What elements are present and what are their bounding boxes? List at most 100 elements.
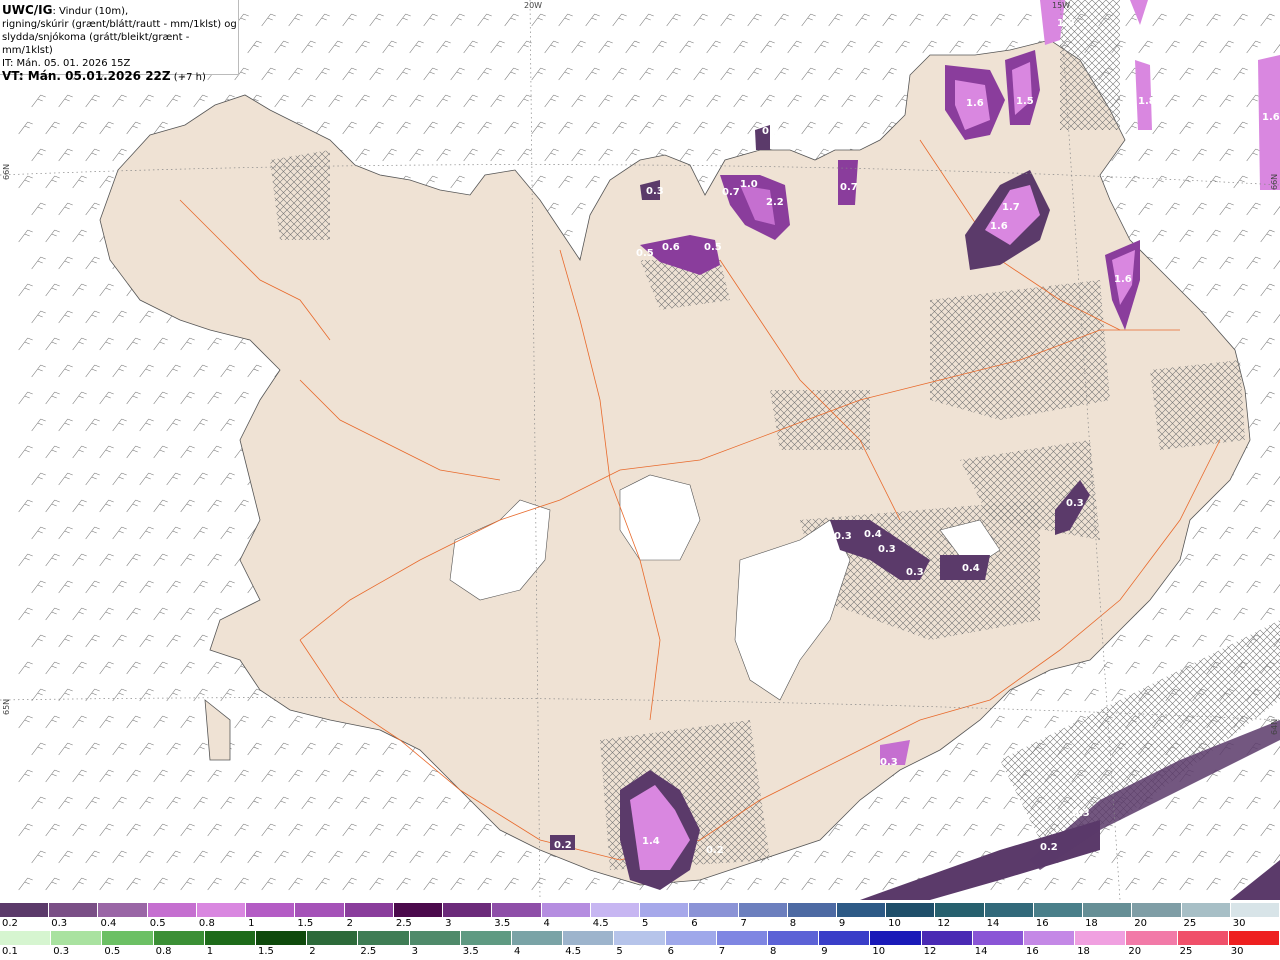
- legend-label: 25: [1179, 946, 1193, 957]
- legend-swatch: [787, 903, 837, 917]
- legend-swatch: [307, 931, 359, 945]
- precip-value-label: 0.3: [906, 567, 924, 578]
- legend-label: 14: [986, 918, 1000, 929]
- legend-swatch: [716, 931, 769, 945]
- legend-label: 18: [1077, 946, 1090, 957]
- precip-value-label: 0.3: [880, 757, 898, 768]
- legend-label: 20: [1134, 918, 1148, 929]
- legend-swatch: [1075, 931, 1127, 945]
- legend-swatch: [1024, 931, 1076, 945]
- precip-value-label: 0.4: [864, 529, 882, 540]
- grid-label: 64N: [1270, 719, 1279, 735]
- legend-swatch: [541, 903, 591, 917]
- legend-label: 30: [1232, 918, 1246, 929]
- legend-label: 0.8: [155, 946, 172, 957]
- legend-swatch: [153, 931, 205, 945]
- snow-legend-labels: 0.2 0.3 0.4 0.5 0.8 1 1.5 2 2.5 3 3.5 4 4.5 5 6 7 8 9 10 12…: [0, 918, 1280, 932]
- legend-label: 1: [248, 918, 255, 929]
- legend-label: 6: [667, 946, 674, 957]
- legend-swatch: [870, 931, 922, 945]
- legend-swatch: [0, 903, 50, 917]
- precip-value-label: 0.5: [636, 248, 654, 259]
- precip-value-label: 1.0: [740, 179, 758, 190]
- legend-label: 4.5: [592, 918, 609, 929]
- legend-swatch: [614, 931, 666, 945]
- legend-label: 30: [1230, 946, 1244, 957]
- precip-value-label: 1.6: [1262, 112, 1280, 123]
- weather-map: 1.6 1.51.81.81.61.71.61.60.30.71.02.20.70…: [0, 0, 1280, 900]
- legend-label: 8: [789, 918, 797, 929]
- title-line: UWC/IG: Vindur (10m),: [2, 4, 238, 18]
- precip-value-label: 1.6: [1114, 274, 1132, 285]
- legend-label: 14: [974, 946, 988, 957]
- legend-swatch: [590, 903, 641, 917]
- precip-value-label: 1.7: [1002, 202, 1020, 213]
- legend-swatch: [1230, 903, 1280, 917]
- snow-description: slydda/snjókoma (grátt/bleikt/grænt - mm…: [2, 32, 190, 56]
- valid-offset: (+7 h): [173, 72, 206, 83]
- legend-label: 20: [1128, 946, 1142, 957]
- legend-swatch: [738, 903, 788, 917]
- legend-swatch: [196, 903, 247, 917]
- legend-label: 0.2: [2, 918, 18, 929]
- legend-label: 2.5: [395, 918, 412, 929]
- precip-value-label: 0.2: [706, 845, 724, 856]
- legend-swatch: [921, 931, 973, 945]
- legend-label: 4.5: [565, 946, 582, 957]
- legend-label: 18: [1085, 918, 1098, 929]
- precip-value-label: 1.4: [642, 836, 660, 847]
- legend-swatch: [344, 903, 394, 917]
- grid-label: 65N: [2, 699, 11, 715]
- precip-value-label: 0.7: [762, 126, 780, 137]
- legend-label: 12: [937, 918, 951, 929]
- legend-label: 3.5: [494, 918, 511, 929]
- legend-swatch: [689, 903, 739, 917]
- precip-value-label: 1.6: [990, 221, 1008, 232]
- legend-label: 1.5: [297, 918, 314, 929]
- precip-value-label: 0.2: [554, 840, 572, 851]
- legend-swatch: [563, 931, 615, 945]
- precip-value-label: 0.7: [840, 182, 858, 193]
- rain-legend-labels: 0.1 0.3 0.5 0.8 1 1.5 2 2.5 3 3.5 4 4.5 5 6 7 8 9 10 12 14 1…: [0, 946, 1280, 960]
- legend-label: 9: [821, 946, 828, 957]
- precip-value-label: 0.3: [1072, 808, 1090, 819]
- legend-swatch: [1033, 903, 1084, 917]
- legend-swatch: [640, 903, 690, 917]
- grid-label: 15W: [1052, 1, 1070, 10]
- legend-swatch: [246, 903, 296, 917]
- grid-label: 66N: [1270, 174, 1279, 190]
- legend-swatch: [204, 931, 257, 945]
- legend-swatch: [836, 903, 887, 917]
- legend-swatch: [984, 903, 1034, 917]
- grid-label: 66N: [2, 164, 11, 180]
- legend-label: 3.5: [462, 946, 479, 957]
- valid-time-line: VT: Mán. 05.01.2026 22Z (+7 h): [2, 70, 238, 84]
- legend-swatch: [295, 903, 345, 917]
- legend-label: 0.3: [53, 946, 70, 957]
- legend-swatch: [492, 903, 542, 917]
- legend-swatch: [665, 931, 717, 945]
- precip-value-label: 1.8: [1057, 18, 1075, 29]
- legend-swatch: [393, 903, 444, 917]
- legend-label: 1.5: [258, 946, 274, 957]
- legend-swatch: [256, 931, 308, 945]
- precip-value-label: 1.5: [1016, 96, 1034, 107]
- legend-label: 6: [691, 918, 698, 929]
- valid-time: VT: Mán. 05.01.2026 22Z: [2, 69, 171, 83]
- legend-label: 16: [1035, 918, 1049, 929]
- legend-label: 3: [445, 918, 452, 929]
- precip-value-label: 0.2: [1040, 842, 1058, 853]
- precip-value-label: 2.2: [766, 197, 784, 208]
- legend-swatch: [358, 931, 410, 945]
- legend-label: 1: [206, 946, 214, 957]
- rain-description: rigning/skúrir (grænt/blátt/rautt - mm/1…: [2, 19, 237, 30]
- legend-swatch: [102, 931, 154, 945]
- legend-label: 12: [923, 946, 937, 957]
- legend-swatch: [935, 903, 985, 917]
- model-name: UWC/IG: [2, 3, 53, 17]
- precip-value-label: 0.4: [962, 563, 980, 574]
- legend-swatch: [886, 903, 936, 917]
- legend-label: 10: [872, 946, 886, 957]
- legend-label: 8: [770, 946, 777, 957]
- map-info-box: UWC/IG: Vindur (10m), rigning/skúrir (gr…: [0, 0, 239, 83]
